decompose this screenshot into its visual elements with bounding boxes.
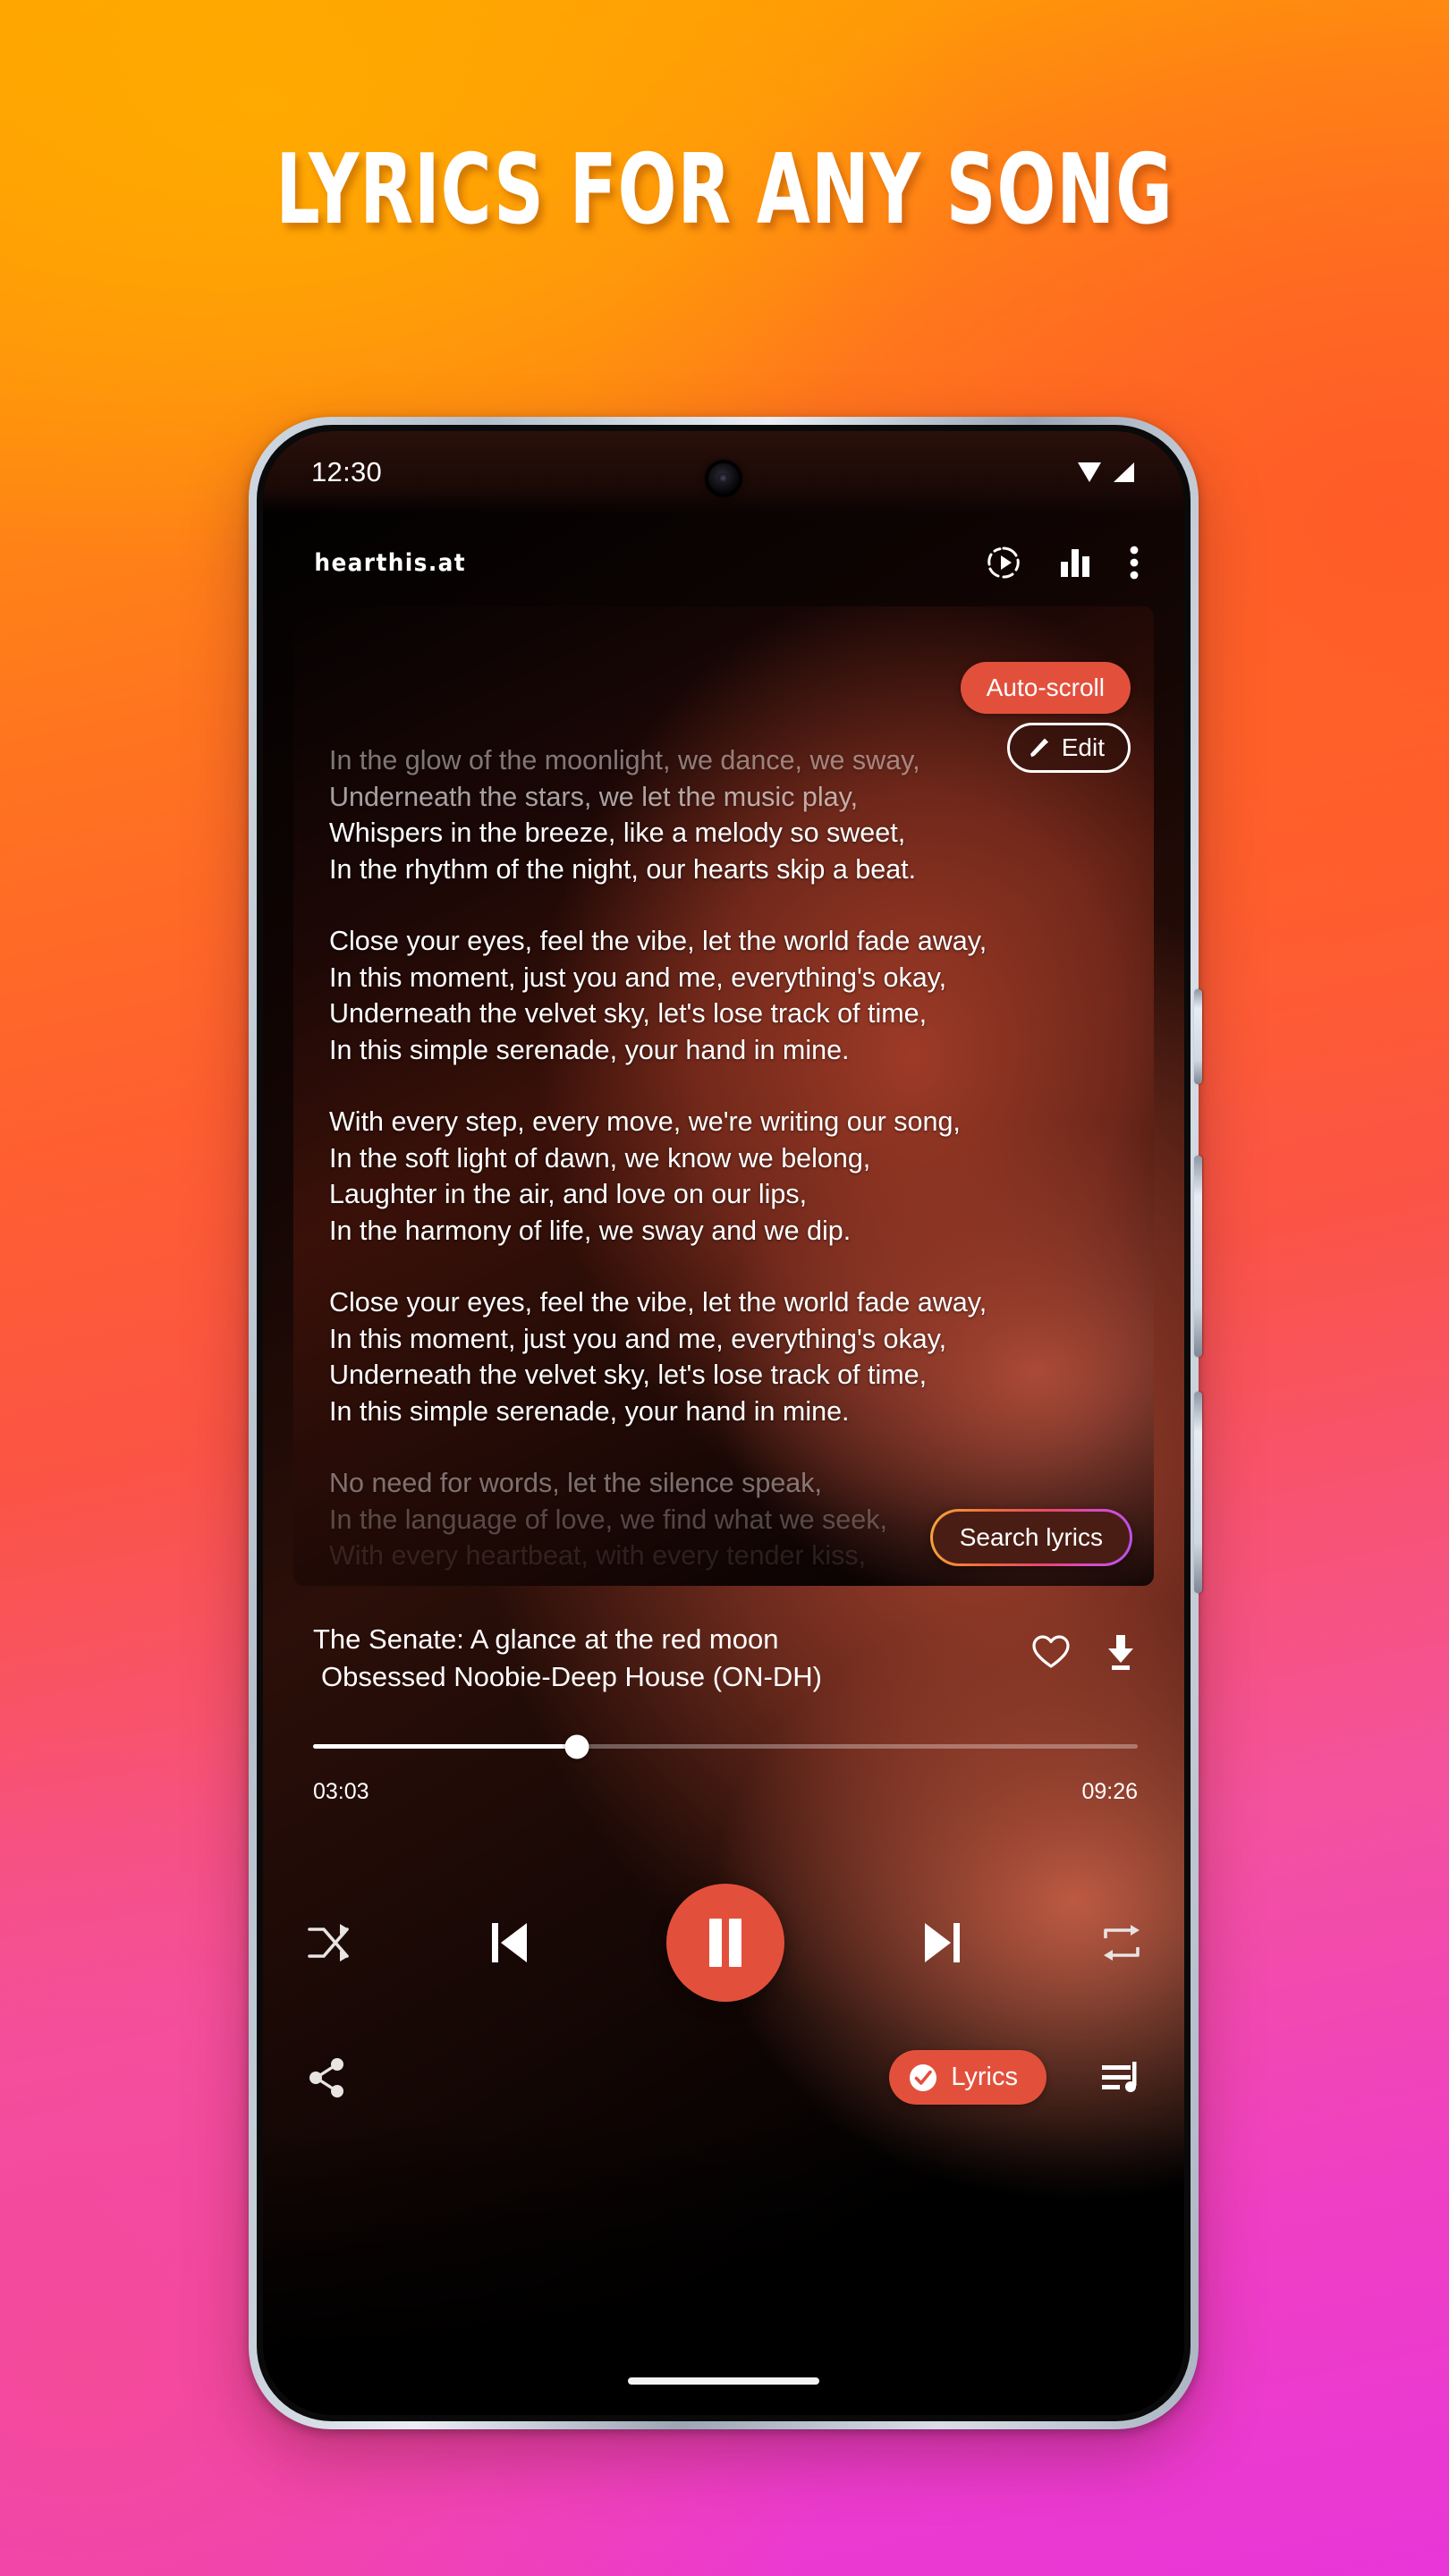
search-lyrics-label: Search lyrics: [932, 1512, 1130, 1563]
status-icons: [1076, 461, 1136, 484]
overflow-menu-icon[interactable]: [1129, 546, 1140, 580]
lyrics-panel[interactable]: Auto-scroll Edit In the glow of the moon…: [293, 606, 1154, 1586]
player-area-gradient: [263, 2120, 1184, 2415]
lyric-line: In the glow of the moonlight, we dance, …: [329, 745, 920, 775]
cellular-signal-icon: [1111, 461, 1136, 484]
lyrics-text-container: In the glow of the moonlight, we dance, …: [329, 742, 1129, 1586]
lyrics-toggle-button[interactable]: Lyrics: [889, 2050, 1046, 2105]
lyric-line: In the rhythm of the night, our hearts s…: [329, 853, 917, 885]
download-icon[interactable]: [1104, 1633, 1138, 1671]
app-header: hearthis.at: [263, 513, 1184, 612]
phone-bezel: 12:30 hearthis.at Auto-scroll Edit In th…: [257, 425, 1191, 2421]
lyric-line: Whispers in the breeze, like a melody so…: [329, 818, 906, 848]
lyric-line: Underneath the stars, we let the music p…: [329, 781, 859, 812]
track-artist: Obsessed Noobie-Deep House (ON-DH): [321, 1661, 822, 1692]
phone-side-button-volume-down: [1194, 1392, 1202, 1593]
transport-controls: [306, 1853, 1143, 2032]
lyrics-stanza: With every step, every move, we're writi…: [329, 1104, 1129, 1249]
phone-side-button-power: [1194, 989, 1202, 1084]
lyric-line: In the harmony of life, we sway and we d…: [329, 1215, 852, 1246]
lyric-line: Laughter in the air, and love on our lip…: [329, 1179, 808, 1209]
phone-screen: 12:30 hearthis.at Auto-scroll Edit In th…: [263, 431, 1184, 2415]
app-logo-text: hearthis.at: [314, 548, 467, 577]
app-logo: hearthis.at: [314, 549, 466, 577]
heart-outline-icon[interactable]: [1032, 1634, 1070, 1670]
next-button[interactable]: [920, 1919, 965, 1966]
bottom-action-bar: Lyrics: [308, 2050, 1141, 2105]
phone-mockup: 12:30 hearthis.at Auto-scroll Edit In th…: [249, 417, 1202, 2429]
track-title: The Senate: A glance at the red moon: [313, 1623, 779, 1655]
status-clock: 12:30: [311, 456, 383, 487]
home-indicator[interactable]: [628, 2377, 819, 2385]
lyric-line: In this moment, just you and me, everyth…: [329, 1323, 947, 1354]
seek-bar[interactable]: 03:03 09:26: [313, 1734, 1138, 1805]
lyric-line: Close your eyes, feel the vibe, let the …: [329, 1287, 987, 1318]
shuffle-button[interactable]: [306, 1922, 351, 1963]
repeat-button[interactable]: [1100, 1922, 1143, 1963]
seek-thumb[interactable]: [564, 1734, 589, 1758]
lyric-line: In this moment, just you and me, everyth…: [329, 962, 947, 993]
check-circle-icon: [909, 2063, 937, 2092]
previous-button[interactable]: [487, 1919, 531, 1966]
lyric-line: Underneath the velvet sky, let's lose tr…: [329, 998, 928, 1029]
lyric-line: Close your eyes, feel the vibe, let the …: [329, 926, 987, 956]
lyric-line: In this simple serenade, your hand in mi…: [329, 1034, 850, 1065]
track-text: The Senate: A glance at the red moon Obs…: [313, 1621, 822, 1696]
phone-side-button-volume-up: [1194, 1156, 1202, 1357]
pause-icon: [704, 1917, 747, 1969]
time-labels: 03:03 09:26: [313, 1779, 1138, 1805]
auto-scroll-button[interactable]: Auto-scroll: [960, 662, 1131, 714]
lyric-line: No need for words, let the silence speak…: [329, 1468, 822, 1498]
track-info: The Senate: A glance at the red moon Obs…: [313, 1621, 1138, 1696]
lyrics-stanza: In the glow of the moonlight, we dance, …: [329, 742, 1129, 887]
lyric-line: With every step, every move, we're writi…: [329, 1106, 961, 1137]
play-pause-button[interactable]: [666, 1884, 784, 2002]
cast-play-icon[interactable]: [986, 545, 1021, 580]
lyrics-toggle-label: Lyrics: [951, 2063, 1018, 2091]
front-camera-punchhole-icon: [708, 463, 739, 494]
playlist-queue-icon[interactable]: [1100, 2059, 1141, 2097]
wifi-icon: [1076, 461, 1103, 484]
lyric-line: Underneath the velvet sky, let's lose tr…: [329, 1360, 928, 1390]
lyric-line: In the soft light of dawn, we know we be…: [329, 1142, 871, 1174]
header-actions: [986, 545, 1140, 580]
page-title: LYRICS FOR ANY SONG: [275, 134, 1174, 246]
track-actions: [1032, 1621, 1138, 1671]
equalizer-icon[interactable]: [1059, 547, 1091, 578]
seek-fill: [313, 1744, 578, 1749]
total-duration: 09:26: [1081, 1779, 1138, 1804]
search-lyrics-button[interactable]: Search lyrics: [929, 1509, 1132, 1566]
elapsed-time: 03:03: [313, 1779, 369, 1804]
lyrics-stanza: Close your eyes, feel the vibe, let the …: [329, 923, 1129, 1068]
lyric-line: In this simple serenade, your hand in mi…: [329, 1395, 850, 1427]
seek-track[interactable]: [313, 1734, 1138, 1758]
share-icon[interactable]: [308, 2057, 347, 2098]
lyrics-stanza: Close your eyes, feel the vibe, let the …: [329, 1284, 1129, 1429]
